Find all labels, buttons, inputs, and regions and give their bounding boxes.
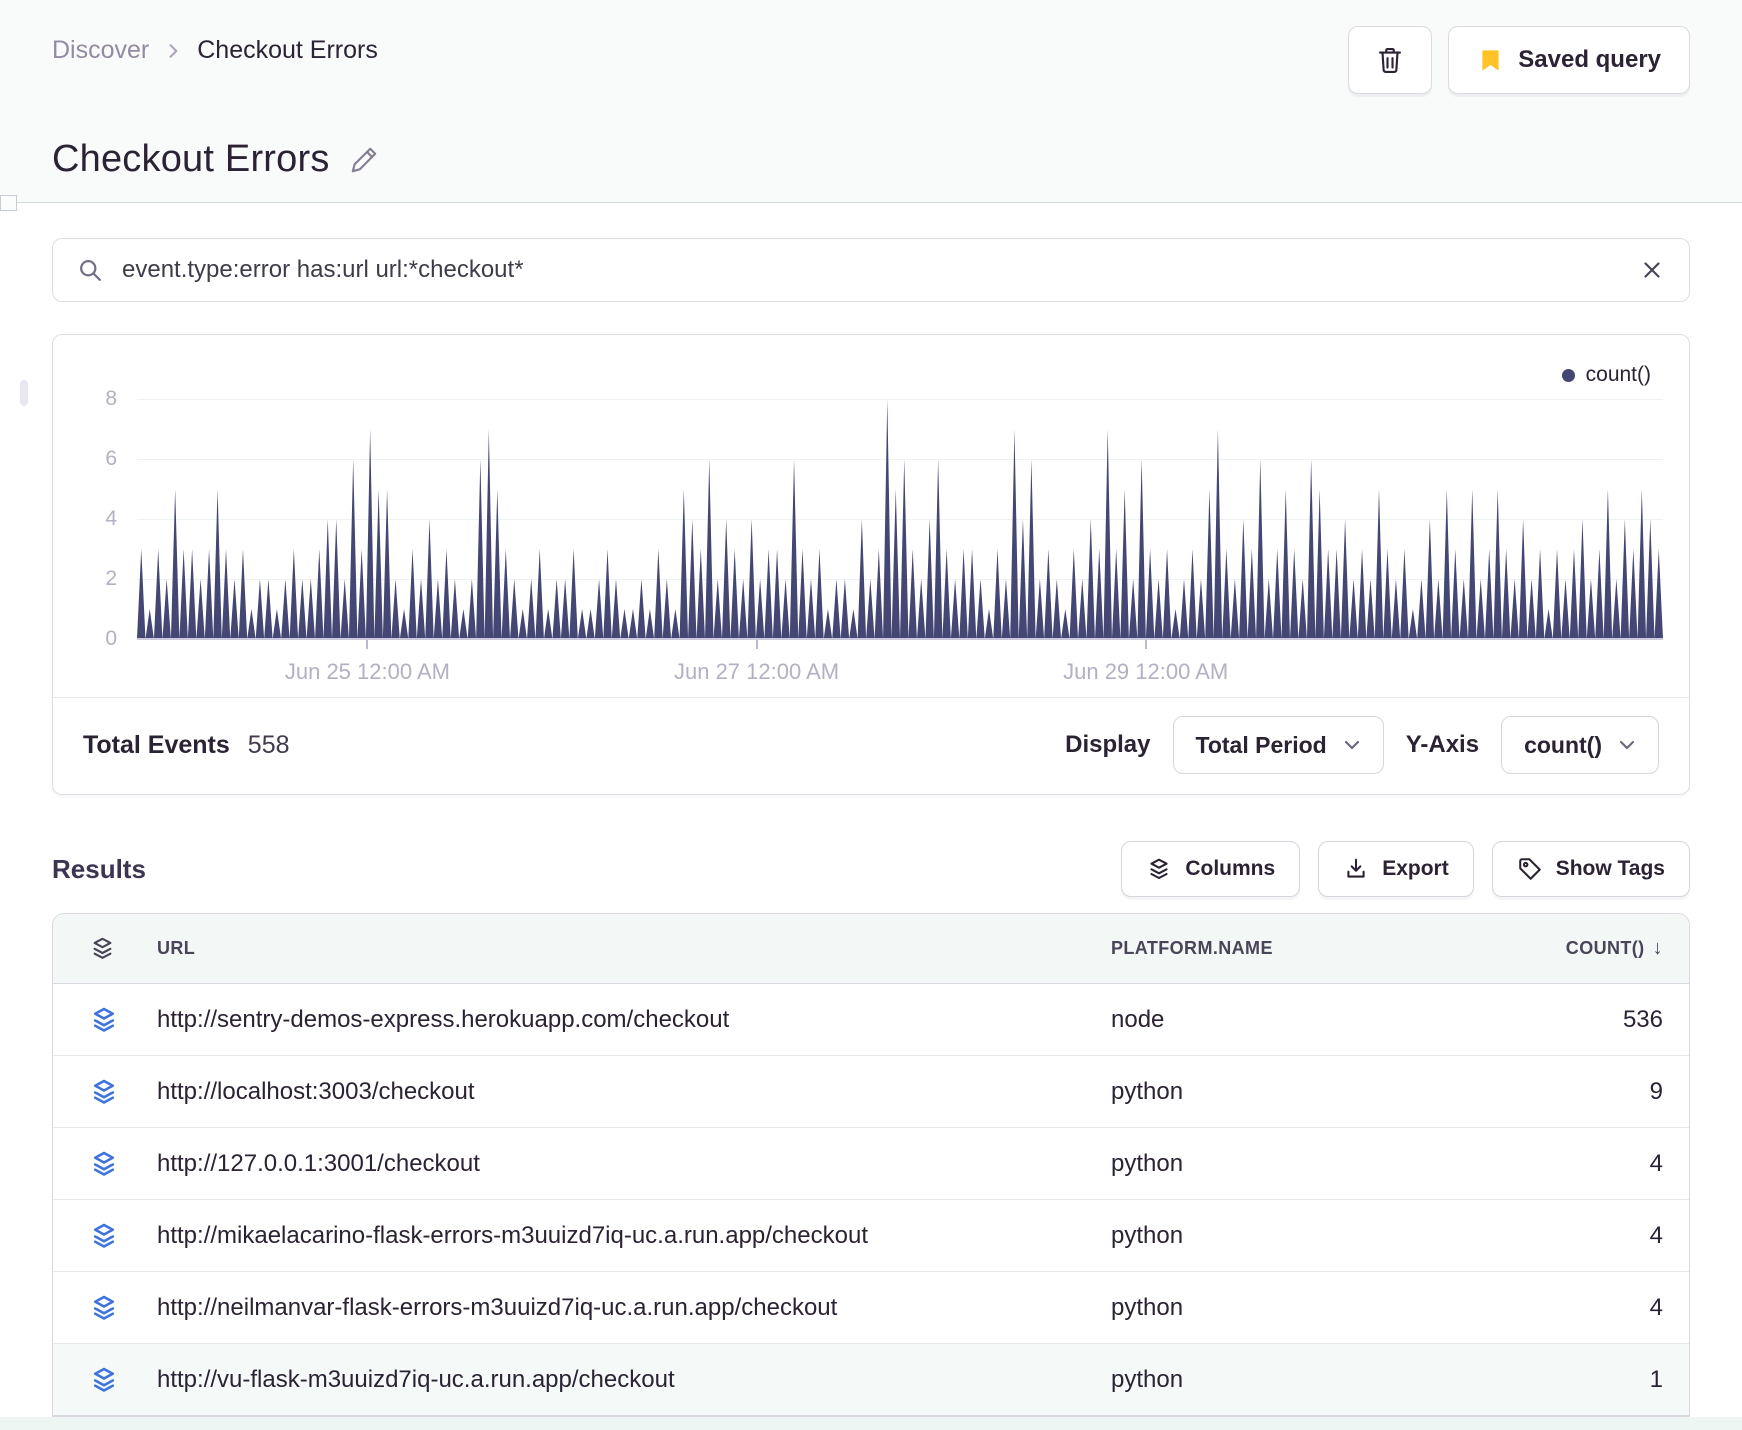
count-cell: 1: [1649, 1365, 1663, 1393]
count-cell: 4: [1649, 1221, 1663, 1249]
chart-legend: count(): [53, 335, 1689, 387]
y-axis-select[interactable]: count(): [1501, 716, 1659, 774]
breadcrumb: Discover Checkout Errors: [52, 26, 378, 65]
bookmark-icon: [1477, 47, 1504, 74]
url-cell[interactable]: http://localhost:3003/checkout: [129, 1078, 1111, 1106]
table-row: http://localhost:3003/checkout python 9: [53, 1056, 1689, 1128]
export-button[interactable]: Export: [1318, 841, 1474, 897]
x-tick-mark: [1144, 640, 1147, 649]
y-tick-label: 2: [105, 567, 117, 590]
y-tick-label: 6: [105, 447, 117, 470]
x-tick-mark: [366, 640, 369, 649]
edit-pencil-icon[interactable]: [348, 144, 380, 176]
results-heading: Results: [52, 853, 146, 884]
count-cell: 4: [1649, 1293, 1663, 1321]
url-cell[interactable]: http://mikaelacarino-flask-errors-m3uuiz…: [129, 1222, 1111, 1250]
download-icon: [1343, 856, 1369, 882]
table-row: http://neilmanvar-flask-errors-m3uuizd7i…: [53, 1272, 1689, 1344]
total-events-label: Total Events: [83, 730, 230, 759]
column-header-url[interactable]: URL: [129, 938, 1111, 959]
page-title: Checkout Errors: [52, 138, 330, 180]
stack-icon[interactable]: [53, 1077, 129, 1107]
breadcrumb-current: Checkout Errors: [197, 36, 378, 64]
results-table: URL PLATFORM.NAME COUNT() ↓ http://sentr…: [52, 913, 1690, 1417]
columns-button-label: Columns: [1185, 857, 1276, 880]
table-row: http://mikaelacarino-flask-errors-m3uuiz…: [53, 1200, 1689, 1272]
column-header-platform[interactable]: PLATFORM.NAME: [1111, 938, 1381, 959]
page-header: Discover Checkout Errors Saved query Che…: [0, 0, 1742, 211]
y-tick-label: 0: [105, 627, 117, 650]
bottom-band: [0, 1417, 1742, 1430]
saved-query-button[interactable]: Saved query: [1448, 26, 1690, 94]
chart-panel: count() 0 2 4 6 8 Jun 25 12:00 AM Jun 27 12:0…: [52, 334, 1690, 795]
table-row: http://vu-flask-m3uuizd7iq-uc.a.run.app/…: [53, 1344, 1689, 1416]
url-cell[interactable]: http://sentry-demos-express.herokuapp.co…: [129, 1006, 1111, 1034]
show-tags-button-label: Show Tags: [1555, 857, 1665, 880]
y-tick-label: 4: [105, 507, 117, 530]
count-cell: 4: [1649, 1149, 1663, 1177]
saved-query-label: Saved query: [1518, 46, 1661, 73]
delete-query-button[interactable]: [1348, 26, 1433, 94]
table-header-row: URL PLATFORM.NAME COUNT() ↓: [53, 914, 1689, 984]
trash-icon: [1375, 45, 1405, 75]
x-tick-mark: [755, 640, 758, 649]
main-content: event.type:error has:url url:*checkout* …: [0, 238, 1742, 1417]
count-cell: 9: [1649, 1077, 1663, 1105]
stack-icon[interactable]: [53, 1365, 129, 1395]
breadcrumb-discover[interactable]: Discover: [52, 36, 149, 65]
total-events-value: 558: [247, 730, 290, 759]
table-body: http://sentry-demos-express.herokuapp.co…: [53, 984, 1689, 1416]
display-label: Display: [1065, 731, 1151, 758]
url-cell[interactable]: http://vu-flask-m3uuizd7iq-uc.a.run.app/…: [129, 1366, 1111, 1394]
platform-cell: node: [1111, 1005, 1165, 1033]
platform-cell: python: [1111, 1077, 1184, 1105]
y-axis-select-value: count(): [1524, 731, 1602, 758]
sidebar-collapse-handle[interactable]: [0, 195, 17, 211]
count-header-label: COUNT(): [1565, 938, 1645, 958]
search-input[interactable]: event.type:error has:url url:*checkout*: [122, 256, 1621, 284]
table-row: http://127.0.0.1:3001/checkout python 4: [53, 1128, 1689, 1200]
chevron-right-icon: [163, 41, 183, 61]
display-select-value: Total Period: [1195, 731, 1327, 758]
columns-button[interactable]: Columns: [1121, 841, 1301, 897]
y-tick-label: 8: [105, 387, 117, 410]
show-tags-button[interactable]: Show Tags: [1491, 841, 1690, 897]
search-bar[interactable]: event.type:error has:url url:*checkout*: [52, 238, 1690, 302]
table-row: http://sentry-demos-express.herokuapp.co…: [53, 984, 1689, 1056]
platform-cell: python: [1111, 1221, 1184, 1249]
header-stack-icon[interactable]: [53, 935, 129, 962]
display-select[interactable]: Total Period: [1172, 716, 1384, 774]
count-series-path: [137, 399, 1663, 639]
platform-cell: python: [1111, 1149, 1184, 1177]
stack-icon[interactable]: [53, 1005, 129, 1035]
stack-icon[interactable]: [53, 1293, 129, 1323]
close-icon[interactable]: [1639, 257, 1665, 283]
platform-cell: python: [1111, 1365, 1184, 1393]
count-area-series: [137, 399, 1663, 639]
chart-plot-area: [137, 399, 1663, 640]
stack-icon[interactable]: [53, 1221, 129, 1251]
y-axis-label: Y-Axis: [1405, 731, 1480, 758]
stack-icon: [1146, 856, 1172, 882]
chart-y-axis: 0 2 4 6 8: [53, 387, 137, 650]
sort-desc-icon: ↓: [1652, 937, 1663, 959]
platform-cell: python: [1111, 1293, 1184, 1321]
url-cell[interactable]: http://neilmanvar-flask-errors-m3uuizd7i…: [129, 1294, 1111, 1322]
x-tick-label: Jun 27 12:00 AM: [673, 659, 840, 684]
x-tick-label: Jun 29 12:00 AM: [1063, 659, 1229, 684]
export-button-label: Export: [1382, 857, 1449, 880]
stack-icon[interactable]: [53, 1149, 129, 1179]
x-tick-label: Jun 25 12:00 AM: [284, 659, 450, 684]
chart-x-axis: Jun 25 12:00 AM Jun 27 12:00 AM Jun 29 12:…: [137, 639, 1663, 697]
search-icon: [77, 257, 104, 284]
legend-dot: [1561, 368, 1575, 382]
legend-count-label[interactable]: count(): [1586, 363, 1651, 387]
chevron-down-icon: [1343, 738, 1361, 752]
url-cell[interactable]: http://127.0.0.1:3001/checkout: [129, 1150, 1111, 1178]
count-cell: 536: [1622, 1005, 1663, 1033]
chevron-down-icon: [1618, 738, 1636, 752]
column-header-count[interactable]: COUNT() ↓: [1381, 937, 1689, 960]
tag-icon: [1517, 856, 1543, 882]
